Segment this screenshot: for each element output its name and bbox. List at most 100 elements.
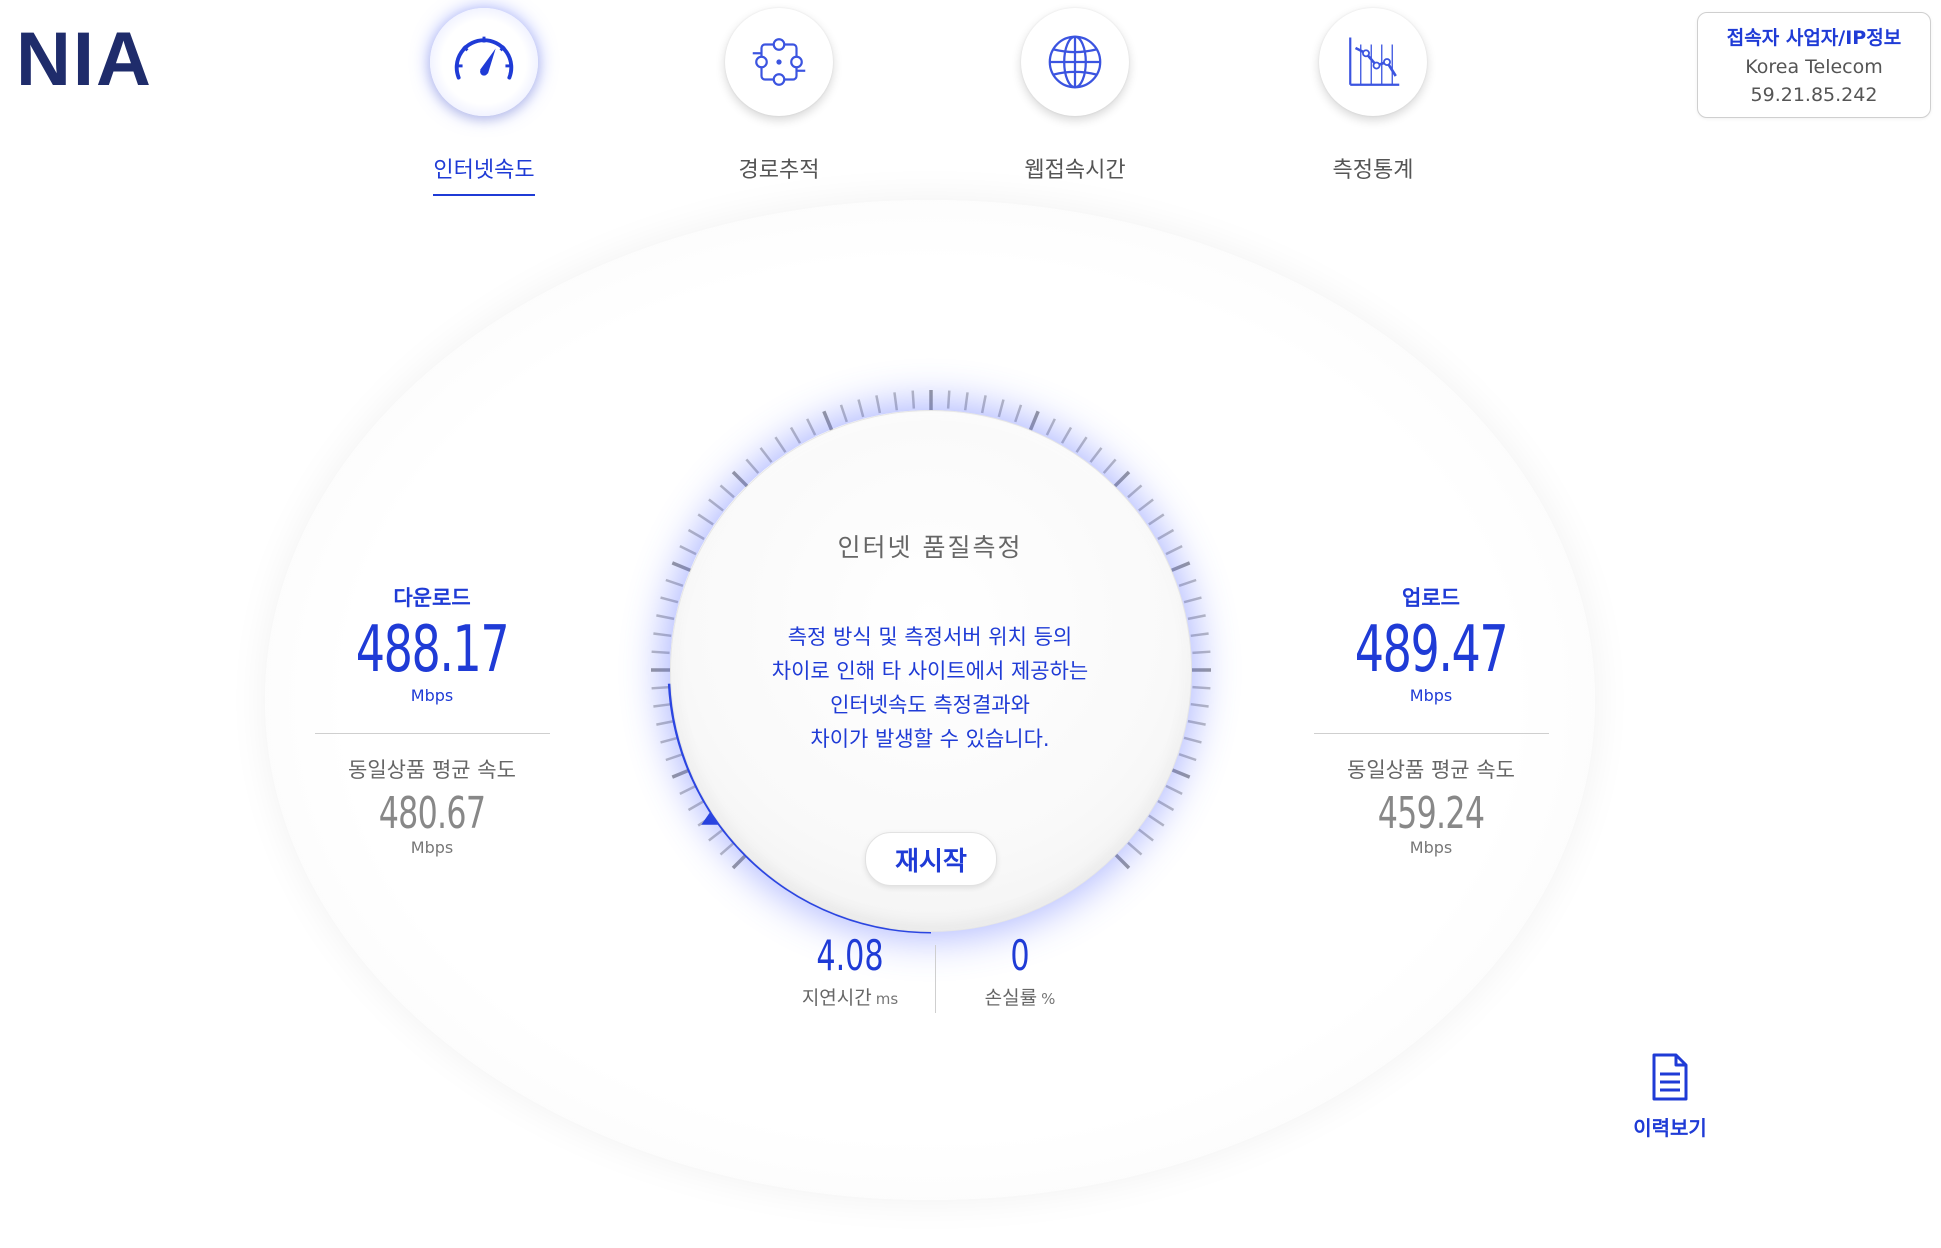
nav-tab-route-trace[interactable]: 경로추적 — [689, 8, 869, 194]
nav-tab-web-access-time[interactable]: 웹접속시간 — [985, 8, 1165, 194]
dial-tick — [708, 498, 724, 512]
dial-tick — [1178, 578, 1197, 587]
dial-tick — [656, 614, 675, 621]
download-avg-unit: Mbps — [410, 838, 454, 857]
dial-tick — [1165, 784, 1183, 795]
dial-tick — [911, 390, 916, 409]
dial-tick — [893, 392, 899, 411]
dial-tick — [1183, 736, 1202, 744]
dial-tick — [1138, 828, 1154, 842]
top-navigation: 인터넷속도 경로추적 웹접속시간 측정통계 — [0, 0, 1941, 196]
dial-tick — [719, 841, 735, 856]
upload-avg-unit: Mbps — [1409, 838, 1453, 857]
dial-tick — [1127, 484, 1143, 499]
divider — [314, 733, 550, 734]
dial-tick — [665, 753, 684, 762]
dial-tick — [1045, 418, 1056, 436]
dial-tick — [745, 458, 760, 474]
nav-label: 경로추적 — [738, 158, 820, 183]
dial-tick — [1192, 650, 1211, 655]
dial-tick — [1148, 513, 1165, 526]
nav-label: 웹접속시간 — [1024, 158, 1126, 183]
download-avg-title: 동일상품 평균 속도 — [348, 758, 516, 782]
dial-tick — [789, 426, 802, 444]
dial-tick — [839, 404, 848, 423]
dial-tick — [1192, 685, 1211, 690]
notice-line: 차이로 인해 타 사이트에서 제공하는 — [771, 659, 1089, 683]
notice-line: 측정 방식 및 측정서버 위치 등의 — [787, 625, 1073, 649]
dial-tick — [1127, 841, 1143, 856]
route-network-icon — [752, 38, 806, 86]
divider — [1313, 733, 1549, 734]
dial-tick — [980, 395, 987, 414]
dial-tick — [1190, 632, 1209, 638]
dial-tick — [651, 650, 670, 655]
dial-tick — [1060, 426, 1073, 444]
upload-unit: Mbps — [1409, 686, 1453, 705]
download-panel: 다운로드 488.17 Mbps 동일상품 평균 속도 480.67 Mbps — [312, 582, 552, 857]
dial-tick — [660, 736, 679, 744]
dial-tick — [1183, 596, 1202, 604]
dial-tick — [774, 436, 787, 453]
notice-line: 차이가 발생할 수 있습니다. — [810, 727, 1050, 751]
dial-tick — [687, 799, 705, 812]
dial-tick — [679, 784, 697, 795]
isp-provider: Korea Telecom — [1745, 56, 1883, 78]
dial-tick — [1014, 404, 1023, 423]
dial-tick — [651, 685, 670, 690]
history-label: 이력보기 — [1633, 1116, 1707, 1140]
nav-icon-circle — [1021, 8, 1129, 116]
gauge-title: 인터넷 품질측정 — [837, 533, 1023, 562]
latency-unit: ms — [875, 990, 899, 1008]
isp-info-title: 접속자 사업자/IP정보 — [1726, 27, 1902, 49]
dial-tick — [1157, 799, 1175, 812]
dial-tick — [1075, 436, 1088, 453]
notice-line: 인터넷속도 측정결과와 — [830, 693, 1030, 717]
statistics-chart-icon — [1349, 37, 1400, 86]
latency-stat: 4.08 지연시간 ms — [770, 935, 930, 1010]
dial-tick — [665, 578, 684, 587]
dial-tick — [1089, 447, 1103, 463]
dial-tick — [1102, 458, 1117, 474]
loss-label: 손실률 — [984, 987, 1038, 1009]
nav-icon-circle — [725, 8, 833, 116]
upload-avg-title: 동일상품 평균 속도 — [1347, 758, 1515, 782]
download-avg-value: 480.67 — [378, 788, 486, 839]
upload-speed-value: 489.47 — [1354, 613, 1509, 687]
stats-separator — [935, 945, 936, 1013]
nav-icon-circle — [430, 8, 538, 116]
download-unit: Mbps — [410, 686, 454, 705]
isp-ip-address: 59.21.85.242 — [1750, 84, 1878, 106]
nav-tab-internet-speed[interactable]: 인터넷속도 — [394, 8, 574, 196]
dial-tick — [875, 395, 882, 414]
upload-avg-value: 459.24 — [1377, 788, 1485, 839]
dial-tick — [1148, 814, 1165, 827]
dial-tick — [1178, 753, 1197, 762]
history-button[interactable]: 이력보기 — [1620, 1052, 1720, 1141]
download-speed-value: 488.17 — [355, 613, 510, 687]
dial-tick — [1187, 614, 1206, 621]
dial-tick — [997, 399, 1005, 418]
upload-panel: 업로드 489.47 Mbps 동일상품 평균 속도 459.24 Mbps — [1311, 582, 1551, 857]
loss-label-row: 손실률% — [940, 983, 1100, 1010]
dial-tick — [719, 484, 735, 499]
restart-button[interactable]: 재시작 — [865, 832, 997, 886]
dial-tick — [660, 596, 679, 604]
latency-label: 지연시간 — [801, 987, 872, 1009]
speedometer-icon — [454, 36, 514, 80]
isp-info-box: 접속자 사업자/IP정보 Korea Telecom 59.21.85.242 — [1697, 12, 1931, 118]
loss-stat: 0 손실률% — [940, 935, 1100, 1010]
nav-tab-statistics[interactable]: 측정통계 — [1283, 8, 1463, 194]
dial-tick — [708, 828, 724, 842]
upload-title: 업로드 — [1402, 586, 1460, 610]
dial-tick — [697, 513, 714, 526]
nav-icon-circle — [1319, 8, 1427, 116]
nav-label: 측정통계 — [1332, 158, 1414, 183]
download-title: 다운로드 — [393, 586, 471, 610]
dial-tick — [656, 719, 675, 726]
dial-tick — [653, 632, 672, 638]
dial-tick — [1190, 702, 1209, 708]
loss-unit: % — [1041, 990, 1056, 1008]
dial-tick — [759, 447, 773, 463]
gauge-notice: 측정 방식 및 측정서버 위치 등의 차이로 인해 타 사이트에서 제공하는 인… — [720, 620, 1140, 756]
